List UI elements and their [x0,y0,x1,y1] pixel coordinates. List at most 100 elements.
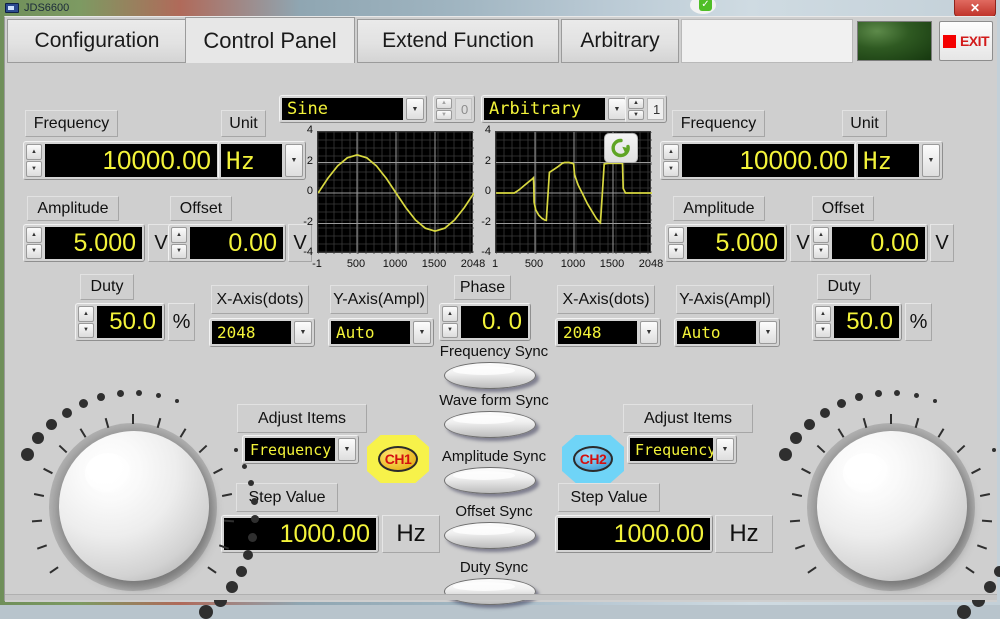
tab-configuration[interactable]: Configuration [7,19,187,63]
knob-tick [937,428,945,438]
sync-button-amplitude[interactable] [444,467,536,494]
ch2-waveform-index-spin[interactable]: ▲ ▼ [628,98,644,120]
sync-label-duty: Duty Sync [459,559,529,576]
ch1-adjust-knob[interactable] [15,390,259,619]
sync-button-offset[interactable] [444,522,536,549]
chevron-down-icon[interactable]: ▼ [294,321,312,344]
spin-up-icon[interactable]: ▲ [663,144,679,160]
spin-down-icon[interactable]: ▼ [815,322,831,338]
ch1-duty-field[interactable]: ▲ ▼ 50.0 [75,303,165,341]
chevron-down-icon[interactable]: ▼ [413,321,431,344]
spin-down-icon[interactable]: ▼ [78,322,94,338]
sync-button-duty[interactable] [444,578,536,605]
spin-up-icon[interactable]: ▲ [668,227,684,243]
ch1-channel-badge[interactable]: CH1 [367,435,429,483]
ch2-offset-field[interactable]: ▲ ▼ 0.00 [810,224,928,262]
spin-down-icon[interactable]: ▼ [442,322,458,338]
chevron-down-icon[interactable]: ▼ [759,321,777,344]
ch2-offset-spin[interactable]: ▲ ▼ [813,227,829,259]
ch2-adjust-knob[interactable] [773,390,1000,619]
spin-down-icon[interactable]: ▼ [813,243,829,259]
chevron-down-icon[interactable]: ▼ [640,321,658,344]
ch1-adjust-items-combo[interactable]: Frequency ▼ [242,435,359,464]
tab-extend-function[interactable]: Extend Function [357,19,559,63]
spin-up-icon[interactable]: ▲ [26,227,42,243]
ch2-channel-badge[interactable]: CH2 [562,435,624,483]
ch1-amplitude-spin[interactable]: ▲ ▼ [26,227,42,259]
ch1-knob-ball[interactable] [59,431,209,581]
spin-down-icon[interactable]: ▼ [628,109,644,120]
spin-up-icon[interactable]: ▲ [171,227,187,243]
spin-up-icon[interactable]: ▲ [815,306,831,322]
ch2-frequency-field[interactable]: ▲ ▼ 10000.00 [660,141,857,180]
ch2-xaxis-combo[interactable]: 2048 ▼ [555,318,661,347]
ch1-duty-spin[interactable]: ▲ ▼ [78,306,94,338]
tab-arbitrary[interactable]: Arbitrary [561,19,679,63]
ch2-adjust-items-combo[interactable]: Frequency ▼ [627,435,737,464]
ch1-waveform-index-spin[interactable]: ▲ ▼ [436,98,452,120]
spin-up-icon[interactable]: ▲ [436,98,452,109]
ch1-adjust-items-value: Frequency [245,438,335,461]
ch1-amplitude-field[interactable]: ▲ ▼ 5.000 [23,224,145,262]
ch1-offset-spin[interactable]: ▲ ▼ [171,227,187,259]
chevron-down-icon[interactable]: ▼ [406,98,424,120]
spin-up-icon[interactable]: ▲ [442,306,458,322]
spin-down-icon[interactable]: ▼ [171,243,187,259]
ch2-refresh-button[interactable] [604,133,638,163]
ch2-yaxis-combo[interactable]: Auto ▼ [674,318,780,347]
ch2-amplitude-spin[interactable]: ▲ ▼ [668,227,684,259]
y-tick-label: -2 [303,215,313,228]
ch1-step-value-field[interactable]: 1000.00 [221,515,379,553]
spin-down-icon[interactable]: ▼ [668,243,684,259]
ch2-step-value-field[interactable]: 1000.00 [555,515,713,553]
phase-field[interactable]: ▲ ▼ 0. 0 [439,303,531,341]
ch2-frequency-spin[interactable]: ▲ ▼ [663,144,679,177]
status-lamp [857,21,932,61]
ch1-waveform-index-stepper[interactable]: ▲ ▼ 0 [433,95,475,123]
ch2-waveform-index-stepper[interactable]: ▲ ▼ 1 [625,95,667,123]
knob-tick [32,519,43,523]
knob-scale-dot [242,463,248,469]
sync-button-frequency[interactable] [444,362,536,389]
knob-tick [914,417,920,428]
exit-button[interactable]: EXIT [939,21,993,61]
ch2-duty-spin[interactable]: ▲ ▼ [815,306,831,338]
ch1-frequency-spin[interactable]: ▲ ▼ [26,144,42,177]
sync-button-waveform[interactable] [444,411,536,438]
ch2-unit-combo[interactable]: Hz ▼ [855,141,943,180]
ch1-waveform-index-value: 0 [455,98,472,120]
ch2-waveform-combo[interactable]: Arbitrary ▼ [481,95,629,123]
knob-scale-dot [234,448,239,453]
knob-scale-dot [116,390,124,398]
chevron-down-icon[interactable]: ▼ [608,98,626,120]
ch2-amplitude-field[interactable]: ▲ ▼ 5.000 [665,224,787,262]
knob-tick [223,519,234,523]
phase-spin[interactable]: ▲ ▼ [442,306,458,338]
chevron-down-icon[interactable]: ▼ [338,438,356,461]
stop-square-icon [942,34,956,48]
spin-up-icon[interactable]: ▲ [628,98,644,109]
knob-scale-dot [235,565,247,577]
spin-down-icon[interactable]: ▼ [436,109,452,120]
spin-down-icon[interactable]: ▼ [26,161,42,177]
knob-tick [979,493,991,498]
ch1-offset-field[interactable]: ▲ ▼ 0.00 [168,224,286,262]
ch2-duty-field[interactable]: ▲ ▼ 50.0 [812,303,902,341]
chevron-down-icon[interactable]: ▼ [922,144,940,177]
chevron-down-icon[interactable]: ▼ [716,438,734,461]
tab-control-panel[interactable]: Control Panel [185,17,355,64]
spin-up-icon[interactable]: ▲ [813,227,829,243]
ch1-xaxis-combo[interactable]: 2048 ▼ [209,318,315,347]
spin-down-icon[interactable]: ▼ [663,161,679,177]
spin-up-icon[interactable]: ▲ [26,144,42,160]
ch2-offset-value: 0.00 [832,227,925,259]
ch1-yaxis-combo[interactable]: Auto ▼ [328,318,434,347]
ch1-waveform-combo[interactable]: Sine ▼ [279,95,427,123]
knob-scale-dot [32,432,45,445]
spin-down-icon[interactable]: ▼ [26,243,42,259]
ch1-frequency-field[interactable]: ▲ ▼ 10000.00 [23,141,220,180]
ch2-knob-ball[interactable] [817,431,967,581]
window-close-button[interactable]: ✕ [954,0,996,17]
spin-up-icon[interactable]: ▲ [78,306,94,322]
x-tick-label: 1000 [382,258,408,270]
